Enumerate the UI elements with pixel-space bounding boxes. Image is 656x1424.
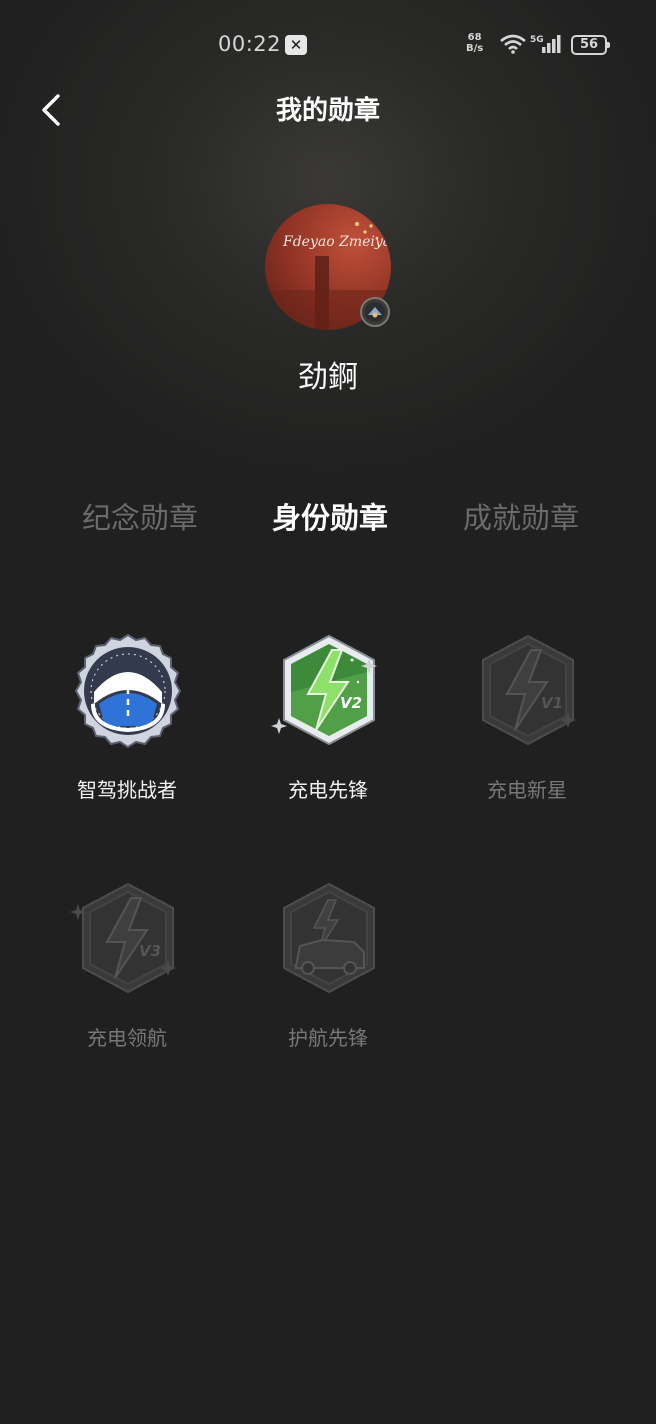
wifi-icon xyxy=(500,34,526,54)
badge-label: 充电新星 xyxy=(487,778,567,802)
badge-smart-driving-challenger[interactable]: 智驾挑战者 xyxy=(32,632,222,822)
badge-label: 充电先锋 xyxy=(288,778,368,802)
badge-label: 智驾挑战者 xyxy=(77,778,177,802)
badge-label: 充电领航 xyxy=(87,1026,167,1050)
lightning-v1-icon: V1 xyxy=(482,634,576,746)
badge-version-tag: V1 xyxy=(541,694,563,712)
status-bar: 00:22 ✕ 68 B/s 5G 56 xyxy=(0,24,656,64)
badge-charging-navigator[interactable]: V3 充电领航 xyxy=(32,880,222,1070)
tab-commemorative[interactable]: 纪念勋章 xyxy=(60,495,220,537)
badge-charging-pioneer[interactable]: V2 充电先锋 xyxy=(233,632,423,822)
steering-wheel-road-icon xyxy=(74,633,182,749)
user-name: 劲錒 xyxy=(298,360,358,395)
net-speed-value: 68 xyxy=(467,32,482,43)
signal-icon: 5G xyxy=(530,35,561,53)
network-type-label: 5G xyxy=(530,35,544,45)
net-speed-unit: B/s xyxy=(466,43,484,54)
lightning-v2-icon: V2 xyxy=(271,634,377,746)
tab-achievement[interactable]: 成就勋章 xyxy=(441,495,601,537)
car-lightning-icon xyxy=(283,882,375,994)
tab-identity[interactable]: 身份勋章 xyxy=(250,495,410,537)
lightning-v3-icon: V3 xyxy=(70,882,176,994)
x-logo-icon: ✕ xyxy=(285,35,307,55)
badge-category-tabs: 纪念勋章 身份勋章 成就勋章 xyxy=(0,495,656,541)
badge-version-tag: V2 xyxy=(340,694,362,712)
status-time: 00:22 xyxy=(218,32,282,56)
avatar-signature: Fdeyao Zmeiyan xyxy=(282,234,391,250)
vehicle-emblem-icon xyxy=(365,302,385,322)
badge-label: 护航先锋 xyxy=(288,1026,368,1050)
page-title: 我的勋章 xyxy=(275,96,380,126)
battery-indicator: 56 xyxy=(571,35,610,55)
badge-version-tag: V3 xyxy=(139,942,161,960)
avatar-vehicle-badge xyxy=(360,297,390,327)
badge-charging-rising-star[interactable]: V1 充电新星 xyxy=(432,632,622,822)
badge-escort-pioneer[interactable]: 护航先锋 xyxy=(233,880,423,1070)
net-speed: 68 B/s xyxy=(466,32,483,54)
